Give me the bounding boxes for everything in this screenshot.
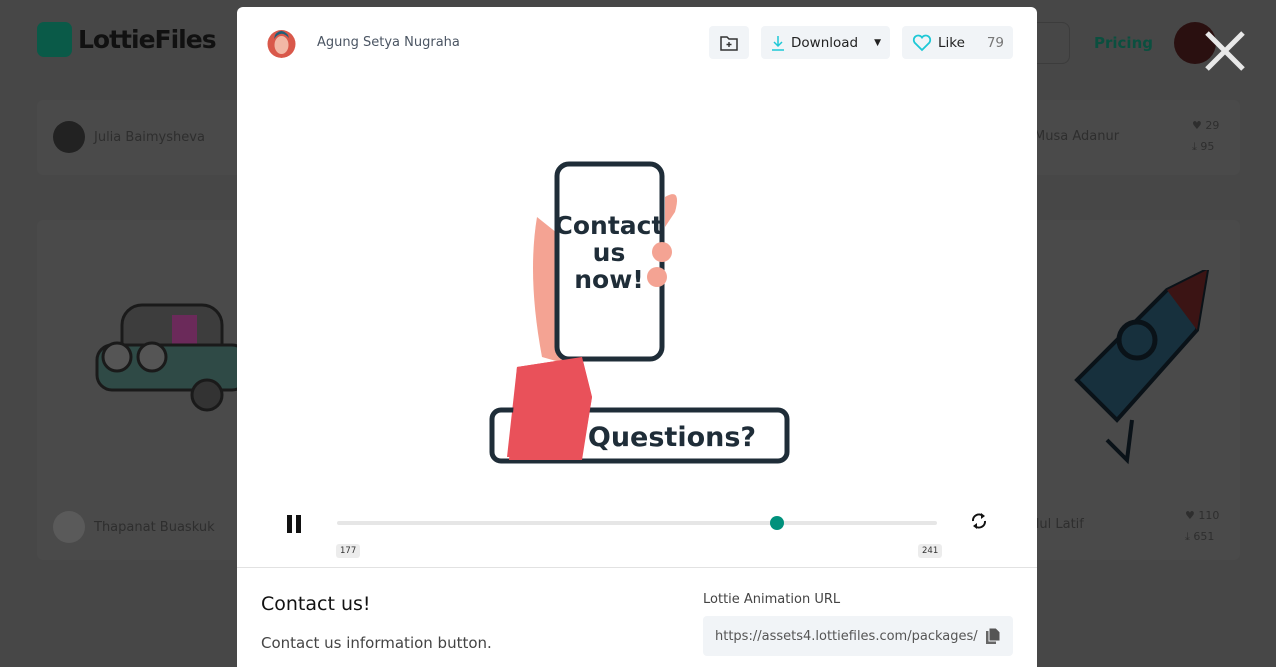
animation-card[interactable]: Musa Adanur ♥ 29 ⤓ 95 bbox=[1017, 100, 1240, 175]
animation-description: Contact us information button. bbox=[261, 634, 492, 652]
download-button[interactable]: Download ▼ bbox=[761, 26, 890, 59]
caret-down-icon: ▼ bbox=[874, 37, 882, 48]
copy-icon[interactable] bbox=[985, 627, 1001, 645]
author-avatar bbox=[266, 27, 297, 58]
avatar bbox=[53, 121, 85, 153]
svg-text:Contact: Contact bbox=[555, 211, 664, 240]
animation-title: Contact us! bbox=[261, 593, 371, 615]
animation-preview: Contact us now! Questions? bbox=[489, 161, 790, 464]
animation-card[interactable]: Abdul Latif ♥ 110 ⤓ 651 bbox=[1014, 220, 1240, 560]
car-animation-preview bbox=[95, 303, 249, 412]
frame-slider[interactable] bbox=[337, 516, 937, 530]
divider bbox=[237, 567, 1037, 568]
svg-text:Questions?: Questions? bbox=[588, 422, 756, 453]
loop-icon[interactable] bbox=[970, 511, 988, 531]
download-count: ⤓ 651 bbox=[1185, 530, 1215, 543]
url-label: Lottie Animation URL bbox=[703, 592, 841, 607]
folder-plus-icon bbox=[720, 35, 738, 51]
download-count: ⤓ 95 bbox=[1192, 140, 1215, 153]
pause-icon[interactable] bbox=[285, 513, 305, 533]
current-frame: 177 bbox=[336, 544, 361, 558]
slider-thumb[interactable] bbox=[770, 516, 785, 530]
lottie-url-field[interactable]: https://assets4.lottiefiles.com/packages… bbox=[703, 616, 1013, 656]
download-icon bbox=[772, 35, 784, 51]
svg-text:now!: now! bbox=[574, 265, 643, 294]
like-count: ♥ 29 bbox=[1192, 119, 1220, 132]
avatar bbox=[53, 511, 85, 543]
author-link[interactable]: Agung Setya Nugraha bbox=[266, 27, 460, 58]
total-frames: 241 bbox=[918, 544, 943, 558]
like-count: ♥ 110 bbox=[1185, 509, 1220, 522]
heart-icon bbox=[912, 34, 932, 51]
like-button[interactable]: Like 79 bbox=[902, 26, 1013, 59]
animation-card[interactable]: Thapanat Buaskuk bbox=[37, 220, 257, 560]
animation-player-controls: 177 241 bbox=[237, 498, 1037, 558]
animation-card[interactable]: Julia Baimysheva bbox=[37, 100, 257, 175]
svg-text:us: us bbox=[593, 238, 626, 267]
logo-mark-icon bbox=[37, 22, 72, 57]
close-icon[interactable] bbox=[1204, 30, 1246, 72]
add-to-collection-button[interactable] bbox=[709, 26, 749, 59]
lottiefiles-logo[interactable]: LottieFiles bbox=[37, 22, 217, 57]
rocket-animation-preview bbox=[1074, 270, 1210, 465]
animation-modal: Agung Setya Nugraha Download ▼ Like 79 C… bbox=[237, 7, 1037, 667]
pricing-link[interactable]: Pricing bbox=[1094, 34, 1153, 52]
